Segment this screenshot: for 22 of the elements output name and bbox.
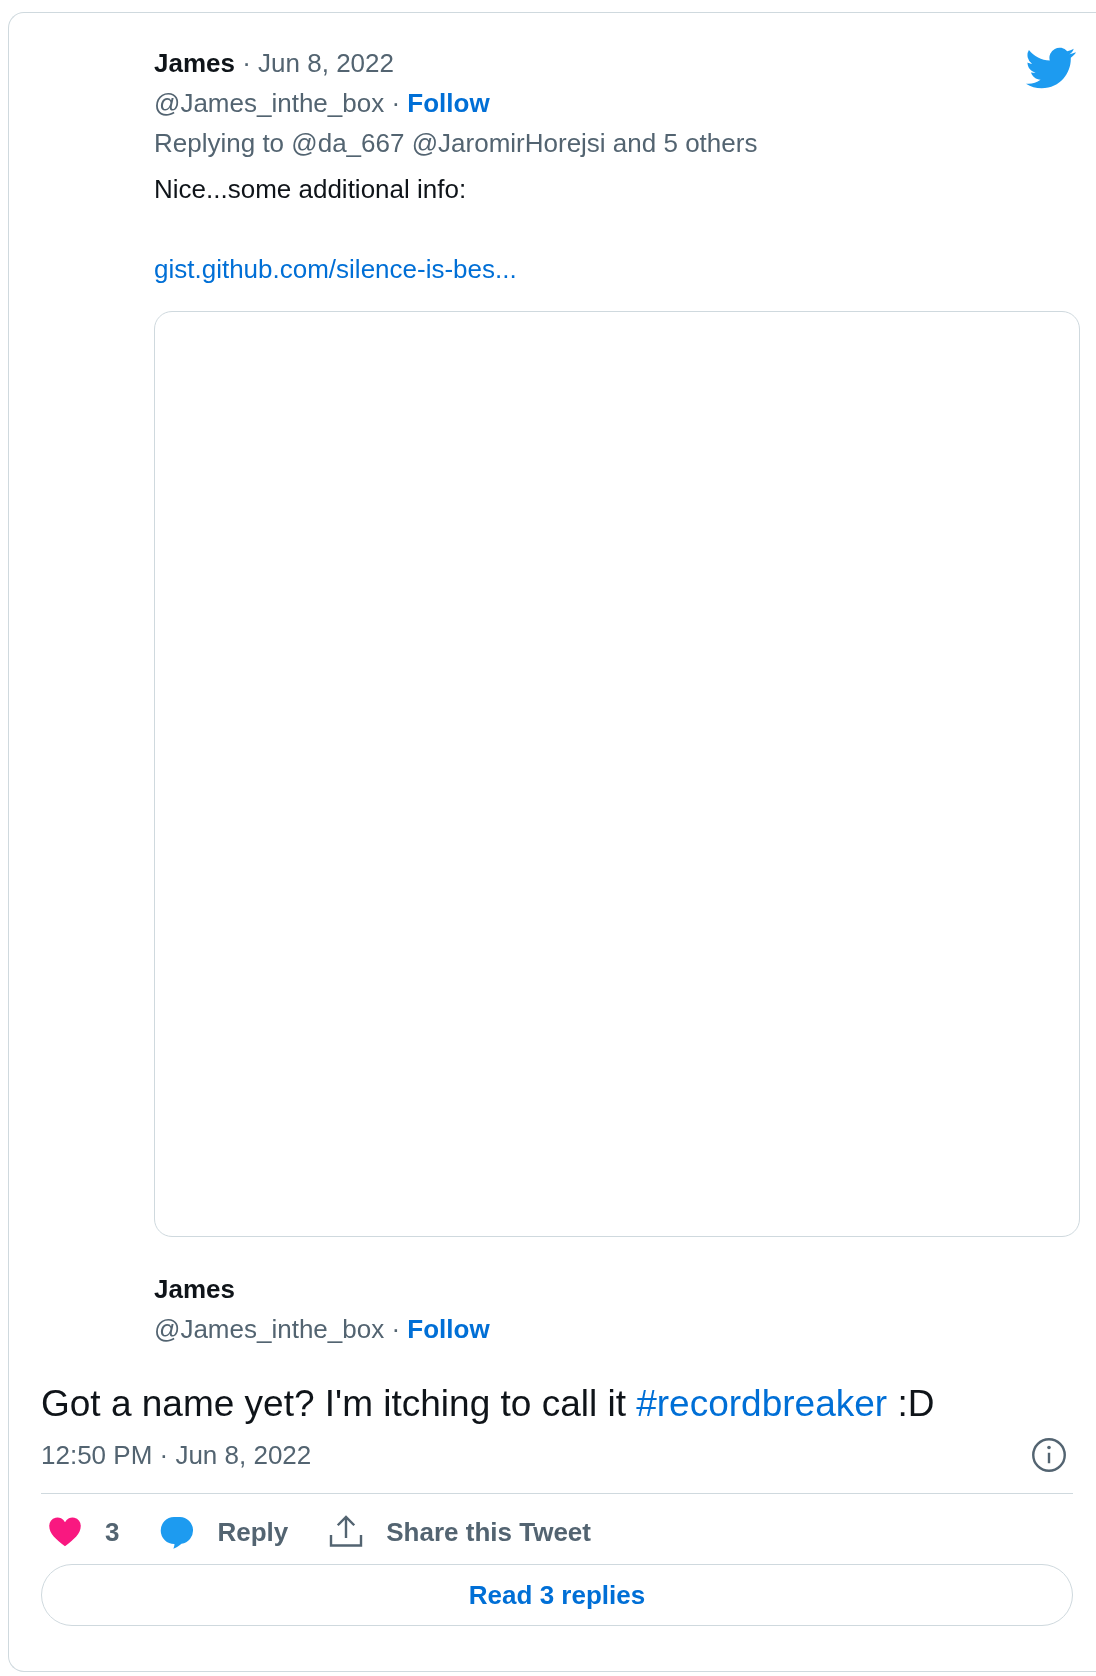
- like-button[interactable]: 3: [47, 1514, 120, 1550]
- author-handle[interactable]: @James_inthe_box: [154, 88, 385, 118]
- read-replies-button[interactable]: Read 3 replies: [41, 1564, 1073, 1626]
- speech-bubble-icon: [159, 1514, 196, 1550]
- follow-link[interactable]: Follow: [407, 1314, 490, 1344]
- reply-button[interactable]: Reply: [159, 1514, 289, 1550]
- tweet-date: · Jun 8, 2022: [242, 48, 394, 78]
- author-handle[interactable]: @James_inthe_box: [154, 1314, 385, 1344]
- share-icon: [328, 1514, 365, 1550]
- gist-link[interactable]: gist.github.com/silence-is-bes...: [154, 249, 517, 289]
- separator-dot: ·: [391, 88, 401, 118]
- separator-dot: ·: [391, 1314, 401, 1344]
- author-name[interactable]: James: [154, 1269, 1096, 1309]
- info-icon[interactable]: [1031, 1437, 1067, 1473]
- tweet-text: Got a name yet? I'm itching to call it #recordbreaker :D: [41, 1382, 936, 1426]
- replying-to-text: Replying to @da_667 @JaromirHorejsi and 5 others: [154, 127, 759, 160]
- author-name[interactable]: James: [154, 48, 235, 78]
- hashtag-link[interactable]: #recordbreaker: [636, 1383, 888, 1424]
- share-button[interactable]: Share this Tweet: [328, 1514, 591, 1550]
- tweet-text: Nice...some additional info:: [154, 173, 468, 206]
- follow-link[interactable]: Follow: [407, 88, 490, 118]
- tweet-timestamp[interactable]: 12:50 PM · Jun 8, 2022: [41, 1437, 312, 1473]
